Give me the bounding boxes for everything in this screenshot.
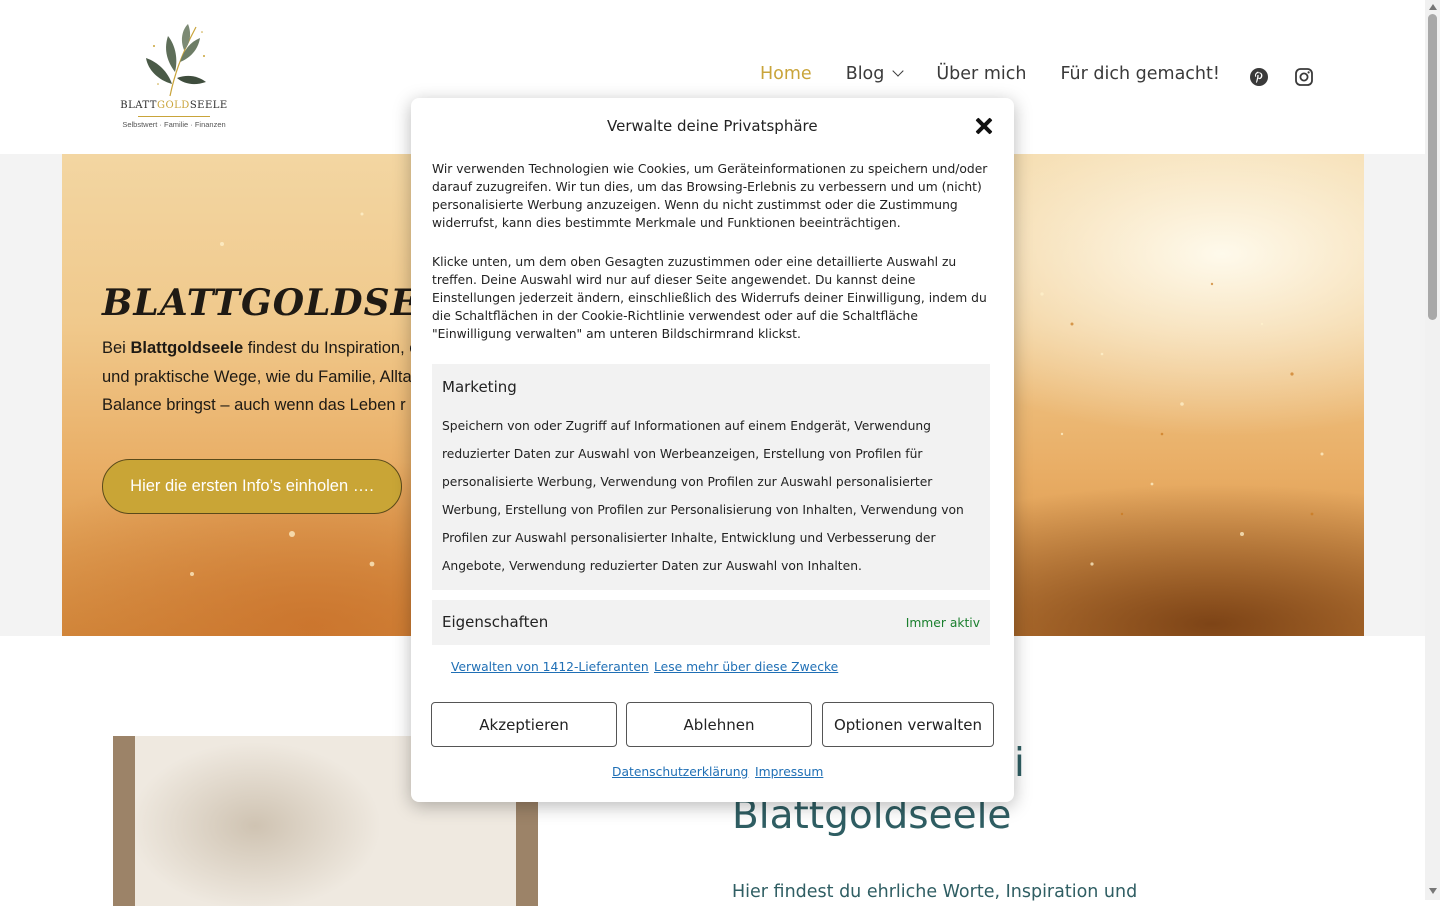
marketing-description: Speichern von oder Zugriff auf Informati… [442,419,964,573]
nav-item-blog-label: Blog [845,64,885,84]
logo-divider [138,116,210,117]
scrollbar-thumb[interactable] [1428,14,1437,320]
properties-category[interactable]: Eigenschaften Immer aktiv [432,600,990,645]
read-more-purposes-link[interactable]: Lese mehr über diese Zwecke [654,660,838,674]
cookie-consent-dialog: Verwalte deine Privatsphäre Wir verwende… [411,98,1014,802]
deny-button[interactable]: Ablehnen [626,702,812,747]
properties-title: Eigenschaften [442,613,549,631]
manage-options-button[interactable]: Optionen verwalten [822,702,994,747]
pinterest-icon[interactable] [1249,67,1269,87]
leaf-logo-icon [146,24,206,97]
hero-text-bold: Blattgoldseele [130,339,244,357]
dialog-title: Verwalte deine Privatsphäre [607,117,818,135]
main-nav: Home Blog Über mich Für dich gemacht! [760,64,1254,84]
consent-text-2: Klicke unten, um dem oben Gesagten zuzus… [432,255,987,341]
close-icon[interactable] [974,116,994,136]
imprint-link[interactable]: Impressum [755,765,823,779]
nav-item-made-for-you[interactable]: Für dich gemacht! [1060,64,1219,84]
hero-cta-button[interactable]: Hier die ersten Info’s einholen …. [102,459,402,514]
consent-text-1: Wir verwenden Technologien wie Cookies, … [432,162,988,230]
manage-vendors-link[interactable]: Verwalten von 1412-Lieferanten [451,660,649,674]
scroll-down-arrow-icon[interactable] [1428,888,1437,894]
accept-button[interactable]: Akzeptieren [431,702,617,747]
hero-text: Bei Blattgoldseele findest du Inspiratio… [102,339,430,414]
chevron-down-icon [892,65,905,77]
logo-tagline: Selbstwert · Familie · Finanzen [122,120,226,129]
site-logo[interactable]: BLATTGOLDSEELE Selbstwert · Familie · Fi… [118,22,230,132]
nav-item-about[interactable]: Über mich [936,64,1026,84]
instagram-icon[interactable] [1294,67,1314,87]
nav-item-home[interactable]: Home [760,64,812,84]
marketing-title: Marketing [442,378,517,396]
always-active-label: Immer aktiv [905,616,980,630]
nav-item-blog[interactable]: Blog [845,64,905,84]
privacy-policy-link[interactable]: Datenschutzerklärung [612,765,748,779]
section-subtext: Hier findest du ehrliche Worte, Inspirat… [732,882,1138,902]
logo-wordmark: BLATTGOLDSEELE [120,100,228,111]
marketing-category[interactable]: Marketing Speichern von oder Zugriff auf… [432,364,990,590]
scroll-up-arrow-icon[interactable] [1428,4,1437,10]
